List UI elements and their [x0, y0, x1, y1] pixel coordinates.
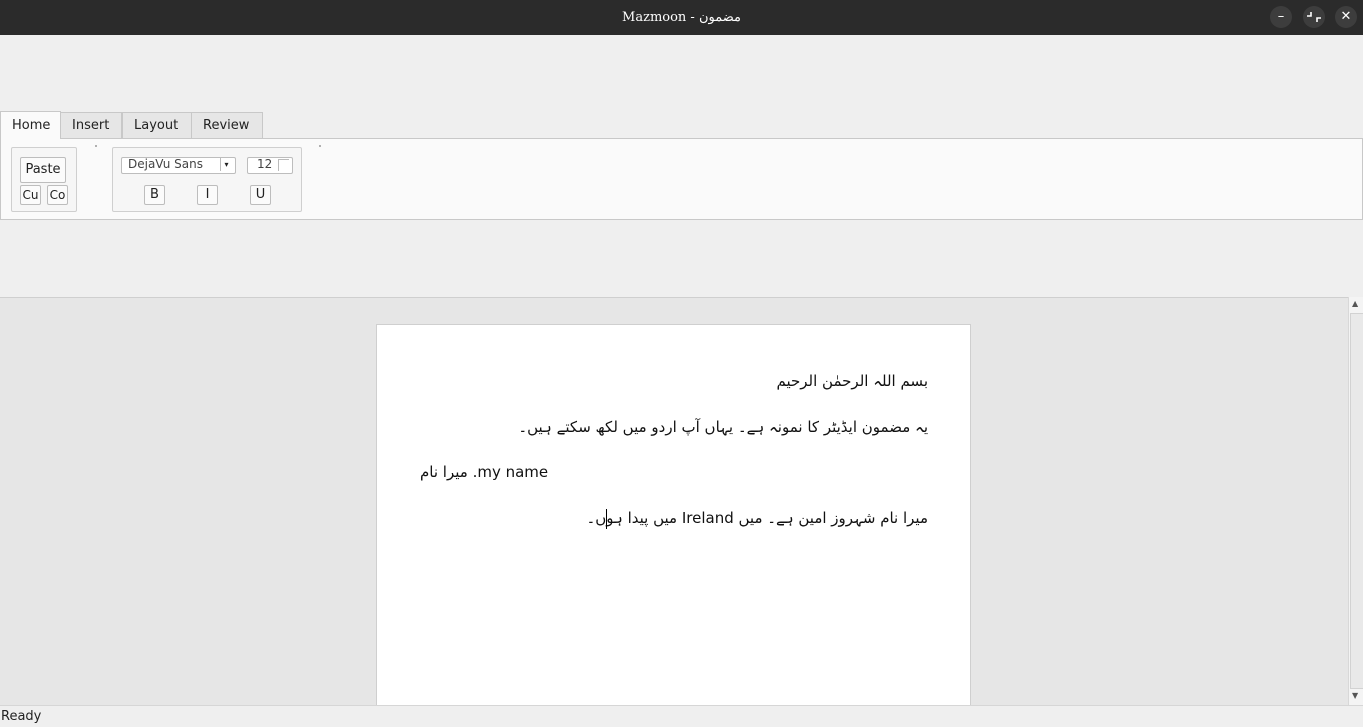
cut-button[interactable]: Cu: [20, 185, 41, 205]
minimize-icon: –: [1277, 9, 1285, 24]
font-family-select[interactable]: DejaVu Sans ▾: [121, 157, 236, 174]
spin-arrows-icon: [278, 159, 289, 171]
italic-button[interactable]: I: [197, 185, 218, 205]
minimize-button[interactable]: –: [1270, 6, 1292, 28]
font-family-value: DejaVu Sans: [128, 157, 203, 171]
scrollbar-thumb[interactable]: [1350, 313, 1363, 689]
document-area[interactable]: بسم اللہ الرحمٰن الرحیم یہ مضمون ایڈیٹر …: [0, 297, 1348, 706]
doc-line[interactable]: my name. میرا نام: [420, 463, 548, 481]
document-page[interactable]: بسم اللہ الرحمٰن الرحیم یہ مضمون ایڈیٹر …: [376, 324, 971, 706]
window-title: Mazmoon - مضمون: [622, 10, 741, 25]
restore-button[interactable]: [1303, 6, 1325, 28]
status-bar: Ready: [0, 705, 1363, 727]
paste-button[interactable]: Paste: [20, 157, 66, 183]
clipboard-group: Paste Cu Co: [11, 147, 77, 212]
doc-line[interactable]: بسم اللہ الرحمٰن الرحیم: [776, 372, 928, 390]
bold-button[interactable]: B: [144, 185, 165, 205]
scroll-down-icon[interactable]: ▼: [1352, 691, 1358, 700]
separator: [95, 145, 97, 147]
ribbon-panel: Paste Cu Co DejaVu Sans ▾ 12 B I U: [0, 138, 1363, 220]
copy-button[interactable]: Co: [47, 185, 68, 205]
tab-review[interactable]: Review: [191, 112, 263, 138]
font-size-spinbox[interactable]: 12: [247, 157, 293, 174]
title-bar: Mazmoon - مضمون – ✕: [0, 0, 1363, 35]
close-button[interactable]: ✕: [1335, 6, 1357, 28]
scroll-up-icon[interactable]: ▲: [1352, 299, 1358, 308]
underline-button[interactable]: U: [250, 185, 271, 205]
vertical-scrollbar[interactable]: ▲ ▼: [1348, 297, 1363, 705]
font-group: DejaVu Sans ▾ 12 B I U: [112, 147, 302, 212]
font-size-value: 12: [257, 157, 273, 171]
separator: [319, 145, 321, 147]
restore-icon: [1307, 12, 1321, 22]
doc-line[interactable]: یہ مضمون ایڈیٹر کا نمونہ ہے۔ یہاں آپ ارد…: [518, 418, 928, 436]
chevron-down-icon: ▾: [220, 158, 232, 171]
tab-home[interactable]: Home: [0, 111, 61, 139]
status-text: Ready: [1, 709, 42, 724]
doc-line[interactable]: میرا نام شہروز امین ہے۔ میں Ireland میں …: [586, 509, 928, 527]
tab-layout[interactable]: Layout: [122, 112, 192, 138]
text-cursor: [606, 509, 607, 529]
close-icon: ✕: [1340, 9, 1352, 24]
tab-insert[interactable]: Insert: [60, 112, 122, 138]
